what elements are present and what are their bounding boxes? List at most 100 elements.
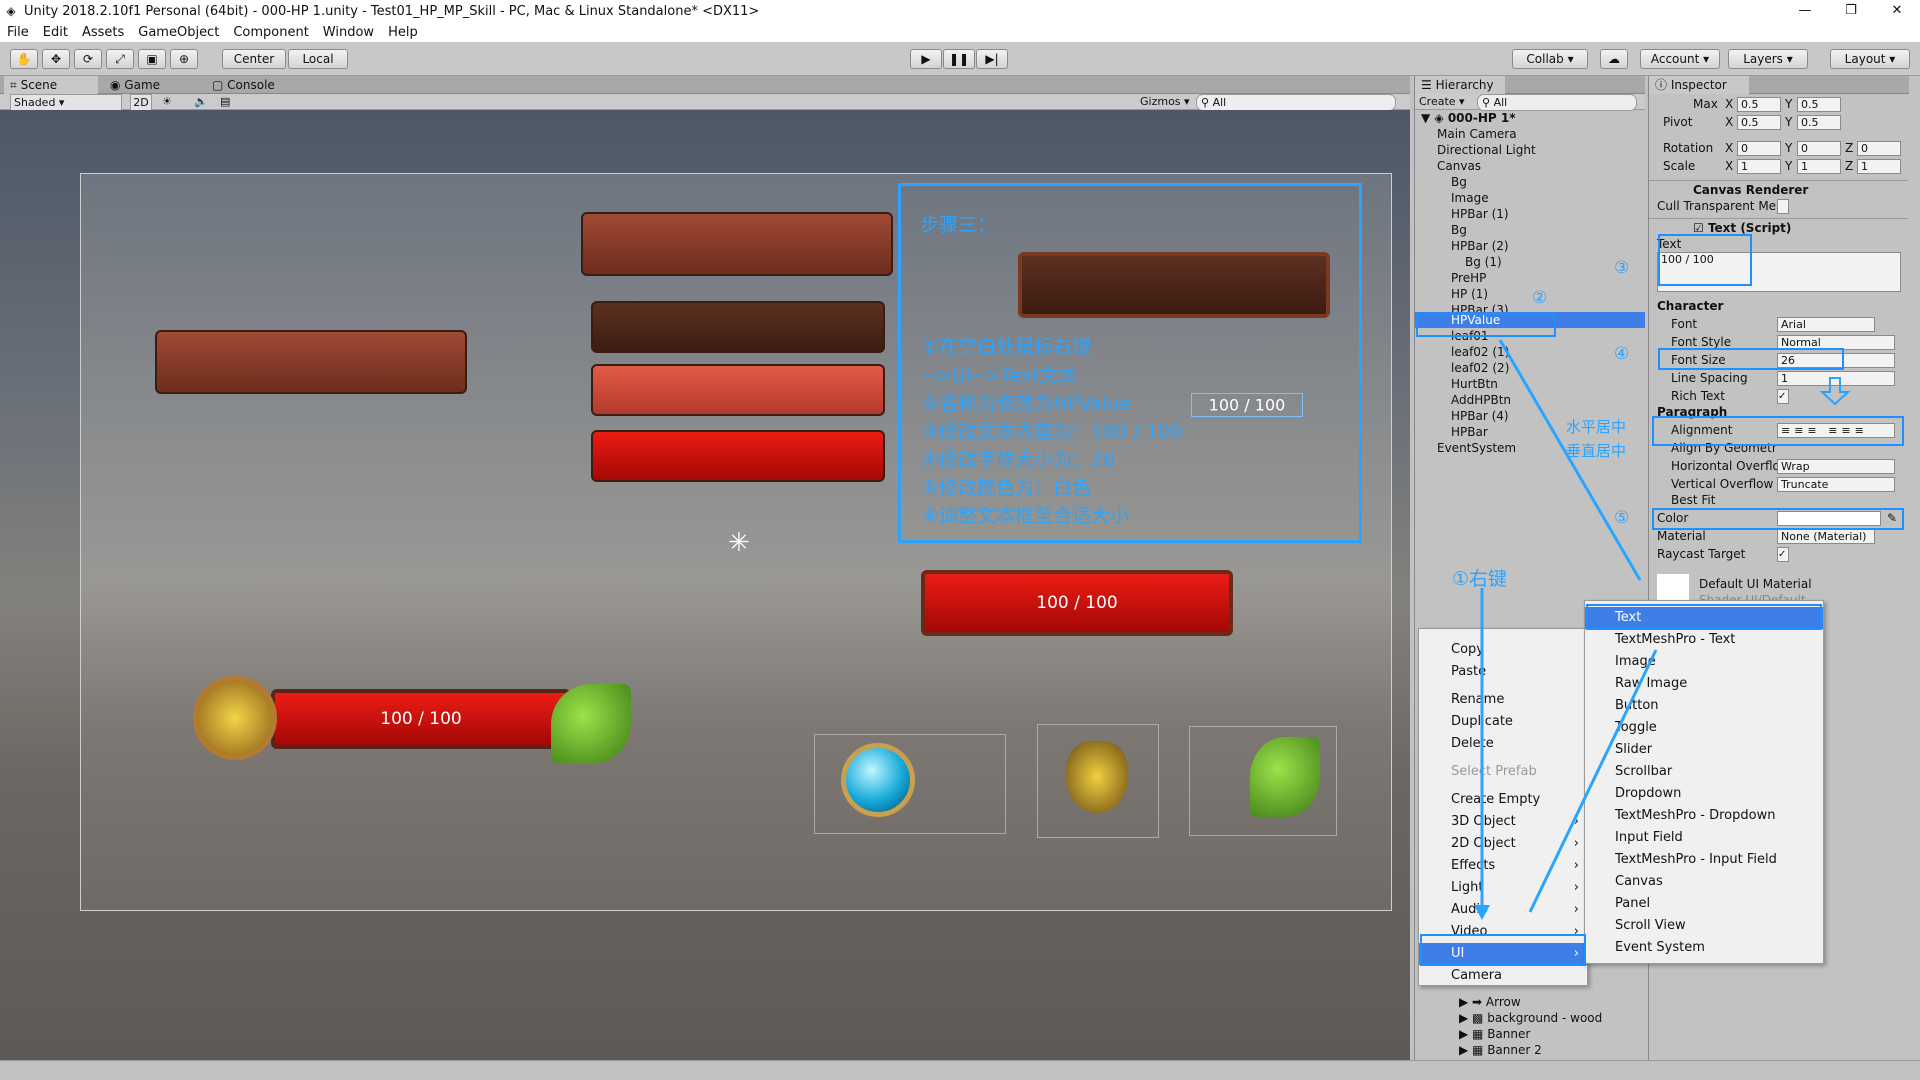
canvas-renderer-header[interactable]: Canvas Renderer (1649, 180, 1908, 198)
hierarchy-item[interactable]: Bg (1451, 174, 1467, 190)
project-item-banner-2[interactable]: ▶ ▦ Banner 2 (1459, 1042, 1542, 1058)
material-field[interactable]: None (Material) (1777, 529, 1875, 544)
tab-inspector[interactable]: ⓘ Inspector (1649, 76, 1749, 94)
effects-icon[interactable]: ▤ (220, 94, 230, 109)
cull-checkbox[interactable] (1777, 199, 1789, 214)
hierarchy-item[interactable]: Main Camera (1437, 126, 1517, 142)
context-item-duplicate[interactable]: Duplicate (1419, 711, 1587, 733)
hierarchy-item[interactable]: AddHPBtn (1451, 392, 1511, 408)
ui-submenu-item-textmeshpro-text[interactable]: TextMeshPro - Text (1585, 629, 1823, 651)
hierarchy-item[interactable]: Canvas (1437, 158, 1481, 174)
menu-file[interactable]: File (0, 25, 36, 40)
hierarchy-item[interactable]: Bg (1) (1465, 254, 1502, 270)
ui-submenu-item-toggle[interactable]: Toggle (1585, 717, 1823, 739)
scene-root[interactable]: ▼ ◈ 000-HP 1* (1421, 110, 1515, 126)
shading-mode-dropdown[interactable]: Shaded ▾ (10, 94, 122, 111)
hierarchy-item[interactable]: leaf02 (2) (1451, 360, 1509, 376)
menu-gameobject[interactable]: GameObject (131, 25, 226, 40)
scale-x-field[interactable]: 1 (1737, 159, 1781, 174)
layout-dropdown[interactable]: Layout ▾ (1830, 49, 1910, 69)
collab-button[interactable]: Collab ▾ (1512, 49, 1588, 69)
step-button[interactable]: ▶| (976, 49, 1008, 69)
context-item-delete[interactable]: Delete (1419, 733, 1587, 755)
hp-bar-red[interactable] (591, 430, 885, 482)
ui-submenu-item-image[interactable]: Image (1585, 651, 1823, 673)
hand-tool-icon[interactable]: ✋ (10, 49, 38, 69)
hierarchy-item[interactable]: HP (1) (1451, 286, 1488, 302)
ui-submenu-item-input-field[interactable]: Input Field (1585, 827, 1823, 849)
hp-bar-big[interactable]: 100 / 100 (921, 570, 1233, 636)
hierarchy-item[interactable]: HPBar (4) (1451, 408, 1509, 424)
menu-assets[interactable]: Assets (75, 25, 131, 40)
layers-dropdown[interactable]: Layers ▾ (1728, 49, 1808, 69)
context-item-camera[interactable]: Camera (1419, 965, 1587, 987)
mode-2d-toggle[interactable]: 2D (130, 94, 152, 111)
hierarchy-item[interactable]: HPBar (1) (1451, 206, 1509, 222)
pivot-x-field[interactable]: 0.5 (1737, 115, 1781, 130)
maximize-button[interactable]: ❐ (1828, 0, 1874, 22)
pivot-y-field[interactable]: 0.5 (1797, 115, 1841, 130)
hp-bar-dark[interactable] (591, 301, 885, 353)
hierarchy-create-dropdown[interactable]: Create ▾ (1419, 94, 1465, 109)
max-x-field[interactable]: 0.5 (1737, 97, 1781, 112)
scene-view[interactable]: 100 / 100 100 / 100 100 / 100 步骤三： ①在空白处… (0, 110, 1410, 1060)
context-item-copy[interactable]: Copy (1419, 639, 1587, 661)
context-item-paste[interactable]: Paste (1419, 661, 1587, 683)
v-overflow-dropdown[interactable]: Truncate (1777, 477, 1895, 492)
hurt-button[interactable] (1037, 724, 1159, 838)
hp-bar-brown-left[interactable] (155, 330, 467, 394)
gizmos-dropdown[interactable]: Gizmos ▾ (1140, 94, 1190, 109)
menu-window[interactable]: Window (316, 25, 381, 40)
rotate-tool-icon[interactable]: ⟳ (74, 49, 102, 69)
ui-submenu-item-textmeshpro-dropdown[interactable]: TextMeshPro - Dropdown (1585, 805, 1823, 827)
menu-component[interactable]: Component (226, 25, 315, 40)
ui-submenu-item-textmeshpro-input-field[interactable]: TextMeshPro - Input Field (1585, 849, 1823, 871)
hierarchy-item[interactable]: Directional Light (1437, 142, 1536, 158)
context-item-3d-object[interactable]: 3D Object › (1419, 811, 1587, 833)
account-dropdown[interactable]: Account ▾ (1640, 49, 1720, 69)
hp-bar-brown-top[interactable] (581, 212, 893, 276)
minimize-button[interactable]: — (1782, 0, 1828, 22)
project-item-banner[interactable]: ▶ ▦ Banner (1459, 1026, 1530, 1042)
hierarchy-item[interactable]: EventSystem (1437, 440, 1516, 456)
menu-edit[interactable]: Edit (36, 25, 75, 40)
lighting-icon[interactable]: ☀ (162, 94, 172, 109)
max-y-field[interactable]: 0.5 (1797, 97, 1841, 112)
hierarchy-item[interactable]: Image (1451, 190, 1489, 206)
hierarchy-item[interactable]: Bg (1451, 222, 1467, 238)
hierarchy-item[interactable]: HurtBtn (1451, 376, 1498, 392)
context-item-rename[interactable]: Rename (1419, 689, 1587, 711)
hierarchy-item[interactable]: PreHP (1451, 270, 1486, 286)
ui-submenu-item-raw-image[interactable]: Raw Image (1585, 673, 1823, 695)
audio-icon[interactable]: 🔈 (194, 94, 208, 109)
rotation-y-field[interactable]: 0 (1797, 141, 1841, 156)
ui-submenu-item-canvas[interactable]: Canvas (1585, 871, 1823, 893)
hierarchy-item[interactable]: leaf02 (1) (1451, 344, 1509, 360)
rich-text-checkbox[interactable]: ✓ (1777, 389, 1789, 404)
hp-bar-main[interactable]: 100 / 100 (271, 689, 571, 749)
rotation-x-field[interactable]: 0 (1737, 141, 1781, 156)
rotation-z-field[interactable]: 0 (1857, 141, 1901, 156)
ui-submenu-item-button[interactable]: Button (1585, 695, 1823, 717)
transform-tool-icon[interactable]: ⊕ (170, 49, 198, 69)
line-spacing-field[interactable]: 1 (1777, 371, 1895, 386)
ui-submenu-item-event-system[interactable]: Event System (1585, 937, 1823, 959)
hierarchy-search-input[interactable]: ⚲ All (1477, 94, 1637, 111)
scale-z-field[interactable]: 1 (1857, 159, 1901, 174)
context-item-audio[interactable]: Audio › (1419, 899, 1587, 921)
context-item-2d-object[interactable]: 2D Object › (1419, 833, 1587, 855)
ui-submenu-item-panel[interactable]: Panel (1585, 893, 1823, 915)
h-overflow-dropdown[interactable]: Wrap (1777, 459, 1895, 474)
scale-tool-icon[interactable]: ⤢ (106, 49, 134, 69)
scene-search-input[interactable]: ⚲ All (1196, 94, 1396, 111)
ui-submenu-item-scroll-view[interactable]: Scroll View (1585, 915, 1823, 937)
pivot-local-button[interactable]: Local (288, 49, 348, 69)
tab-game[interactable]: ◉ Game (104, 76, 198, 94)
tab-scene[interactable]: ⌗ Scene (4, 76, 98, 94)
ui-submenu-item-slider[interactable]: Slider (1585, 739, 1823, 761)
add-hp-button[interactable] (814, 734, 1006, 834)
play-button[interactable]: ▶ (910, 49, 942, 69)
hierarchy-item[interactable]: HPBar (2) (1451, 238, 1509, 254)
close-button[interactable]: ✕ (1874, 0, 1920, 22)
hp-bar-light-red[interactable] (591, 364, 885, 416)
